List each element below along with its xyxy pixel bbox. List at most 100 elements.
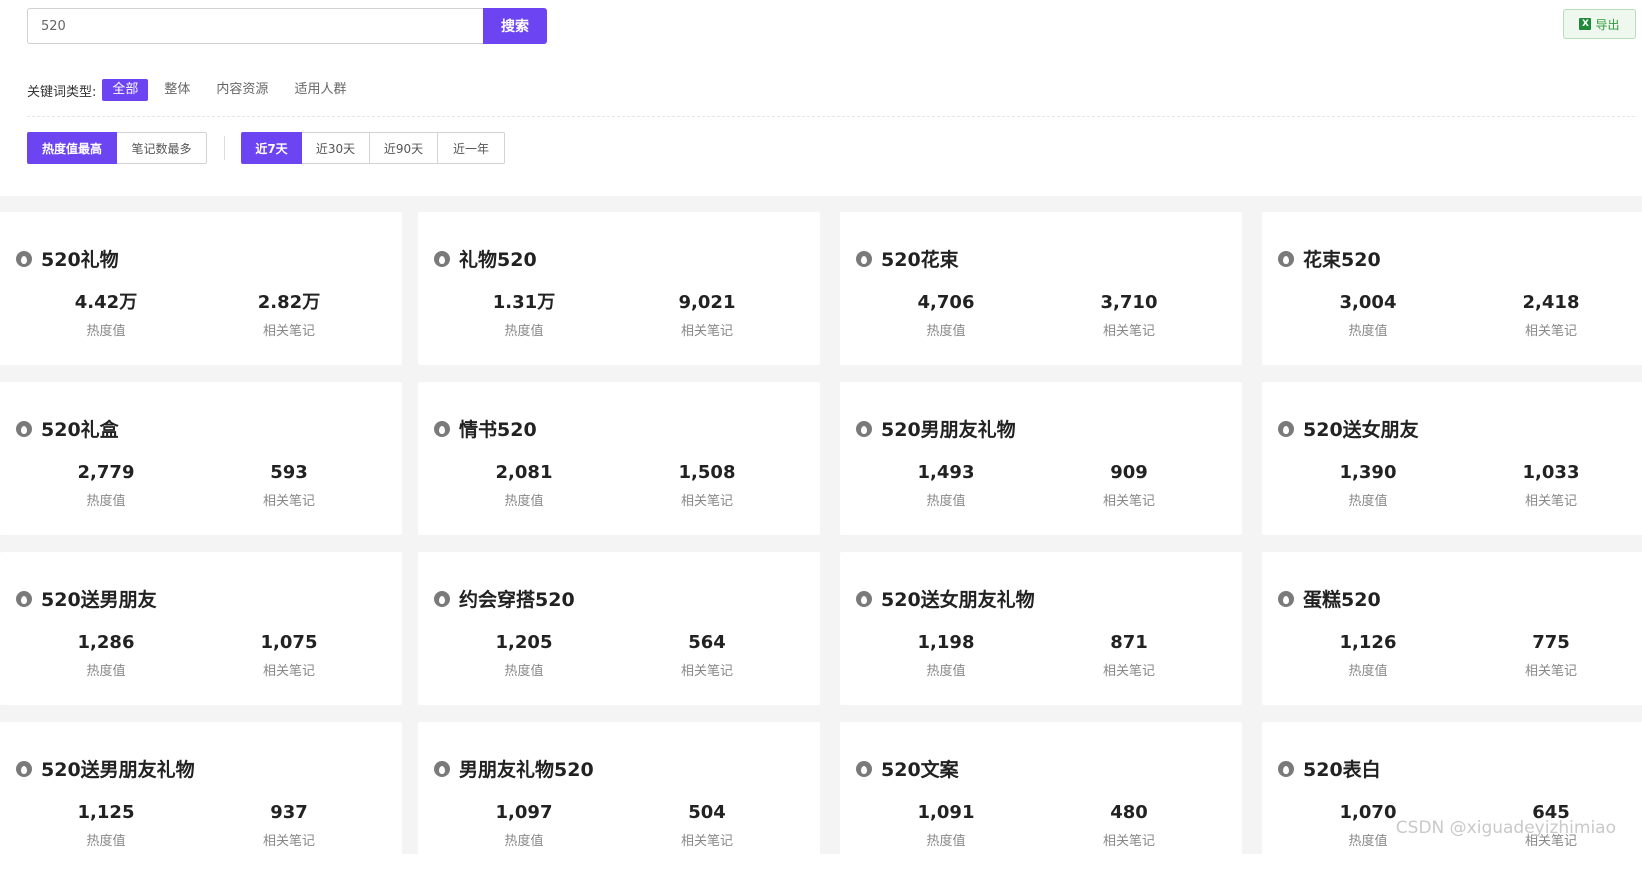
notes-value: 9,021 [678, 292, 736, 313]
card-title: 花束520 [1303, 249, 1381, 271]
heat-value: 1,205 [495, 632, 553, 653]
keyword-card[interactable]: 蛋糕520 1,126 热度值 775 相关笔记 [1262, 552, 1642, 705]
heat-stat: 3,004 热度值 [1298, 292, 1438, 340]
fire-icon [1278, 760, 1294, 777]
fire-icon [856, 760, 872, 777]
search-button[interactable]: 搜索 [483, 8, 547, 44]
keyword-card[interactable]: 男朋友礼物520 1,097 热度值 504 相关笔记 [418, 722, 820, 875]
heat-label: 热度值 [926, 324, 966, 339]
notes-stat: 480 相关笔记 [1059, 802, 1199, 850]
fire-icon [1278, 590, 1294, 607]
card-header: 520表白 [1278, 755, 1381, 782]
card-title: 520礼物 [41, 249, 119, 271]
keyword-card[interactable]: 花束520 3,004 热度值 2,418 相关笔记 [1262, 212, 1642, 365]
period-90d-option[interactable]: 近90天 [370, 132, 438, 164]
notes-value: 871 [1110, 632, 1148, 653]
notes-label: 相关笔记 [1102, 494, 1155, 509]
notes-label: 相关笔记 [680, 664, 733, 679]
card-title: 蛋糕520 [1303, 589, 1381, 611]
keyword-card[interactable]: 520送女朋友礼物 1,198 热度值 871 相关笔记 [840, 552, 1242, 705]
heat-label: 热度值 [504, 834, 544, 849]
excel-icon: X [1579, 18, 1592, 30]
notes-label: 相关笔记 [262, 324, 315, 339]
heat-stat: 1,126 热度值 [1298, 632, 1438, 680]
fire-icon [16, 420, 32, 437]
sort-heat-option[interactable]: 热度值最高 [27, 132, 117, 164]
heat-stat: 1,198 热度值 [876, 632, 1016, 680]
heat-value: 1,097 [495, 802, 553, 823]
period-7d-option[interactable]: 近7天 [241, 132, 302, 164]
heat-value: 4,706 [917, 292, 975, 313]
notes-stat: 3,710 相关笔记 [1059, 292, 1199, 340]
keyword-card[interactable]: 520表白 1,070 热度值 645 相关笔记 [1262, 722, 1642, 875]
heat-label: 热度值 [1348, 324, 1388, 339]
heat-label: 热度值 [504, 664, 544, 679]
watermark: CSDN @xiguadeyizhimiao [1395, 818, 1616, 838]
keyword-card[interactable]: 约会穿搭520 1,205 热度值 564 相关笔记 [418, 552, 820, 705]
card-header: 约会穿搭520 [434, 585, 575, 612]
fire-icon [434, 250, 450, 267]
keyword-card[interactable]: 520送男朋友 1,286 热度值 1,075 相关笔记 [0, 552, 402, 705]
notes-value: 1,033 [1522, 462, 1580, 483]
period-1y-option[interactable]: 近一年 [438, 132, 505, 164]
heat-label: 热度值 [86, 494, 126, 509]
card-header: 礼物520 [434, 245, 537, 272]
heat-value: 2,081 [495, 462, 553, 483]
heat-stat: 1,390 热度值 [1298, 462, 1438, 510]
heat-stat: 4.42万 热度值 [36, 292, 176, 340]
card-title: 520男朋友礼物 [881, 419, 1016, 441]
notes-label: 相关笔记 [1524, 664, 1577, 679]
keyword-card[interactable]: 520送女朋友 1,390 热度值 1,033 相关笔记 [1262, 382, 1642, 535]
heat-stat: 1,493 热度值 [876, 462, 1016, 510]
card-header: 520男朋友礼物 [856, 415, 1016, 442]
fire-icon [856, 250, 872, 267]
keyword-card[interactable]: 520文案 1,091 热度值 480 相关笔记 [840, 722, 1242, 875]
card-title: 520送男朋友礼物 [41, 759, 195, 781]
search-input[interactable] [27, 8, 483, 44]
notes-stat: 2.82万 相关笔记 [219, 292, 359, 340]
keyword-type-all[interactable]: 全部 [102, 79, 149, 101]
card-title: 520送女朋友 [1303, 419, 1419, 441]
notes-value: 1,508 [678, 462, 736, 483]
heat-value: 1,198 [917, 632, 975, 653]
notes-stat: 564 相关笔记 [637, 632, 777, 680]
keyword-type-content[interactable]: 内容资源 [206, 79, 278, 101]
heat-label: 热度值 [1348, 664, 1388, 679]
keyword-card[interactable]: 520送男朋友礼物 1,125 热度值 937 相关笔记 [0, 722, 402, 875]
notes-stat: 909 相关笔记 [1059, 462, 1199, 510]
keyword-card[interactable]: 情书520 2,081 热度值 1,508 相关笔记 [418, 382, 820, 535]
heat-stat: 1,205 热度值 [454, 632, 594, 680]
sort-notes-option[interactable]: 笔记数最多 [117, 132, 207, 164]
card-header: 520送女朋友礼物 [856, 585, 1035, 612]
notes-value: 480 [1110, 802, 1148, 823]
keyword-card[interactable]: 520礼盒 2,779 热度值 593 相关笔记 [0, 382, 402, 535]
notes-stat: 937 相关笔记 [219, 802, 359, 850]
keyword-card[interactable]: 520礼物 4.42万 热度值 2.82万 相关笔记 [0, 212, 402, 365]
card-header: 情书520 [434, 415, 537, 442]
heat-value: 3,004 [1339, 292, 1397, 313]
keyword-type-filter: 关键词类型: 全部 整体 内容资源 适用人群 [27, 78, 362, 102]
keyword-card[interactable]: 礼物520 1.31万 热度值 9,021 相关笔记 [418, 212, 820, 365]
export-button[interactable]: X 导出 [1563, 9, 1636, 39]
divider [27, 116, 1635, 117]
notes-label: 相关笔记 [1102, 664, 1155, 679]
divider [224, 136, 225, 160]
keyword-type-audience[interactable]: 适用人群 [284, 79, 356, 101]
notes-label: 相关笔记 [1524, 494, 1577, 509]
card-header: 花束520 [1278, 245, 1381, 272]
heat-label: 热度值 [504, 324, 544, 339]
notes-value: 593 [270, 462, 308, 483]
notes-label: 相关笔记 [262, 834, 315, 849]
period-30d-option[interactable]: 近30天 [302, 132, 370, 164]
notes-value: 504 [688, 802, 726, 823]
heat-stat: 1.31万 热度值 [454, 292, 594, 340]
keyword-type-overall[interactable]: 整体 [154, 79, 200, 101]
notes-label: 相关笔记 [680, 494, 733, 509]
card-title: 520表白 [1303, 759, 1381, 781]
keyword-card[interactable]: 520男朋友礼物 1,493 热度值 909 相关笔记 [840, 382, 1242, 535]
heat-label: 热度值 [1348, 494, 1388, 509]
heat-value: 1,493 [917, 462, 975, 483]
card-title: 520花束 [881, 249, 959, 271]
keyword-card[interactable]: 520花束 4,706 热度值 3,710 相关笔记 [840, 212, 1242, 365]
card-title: 520文案 [881, 759, 959, 781]
